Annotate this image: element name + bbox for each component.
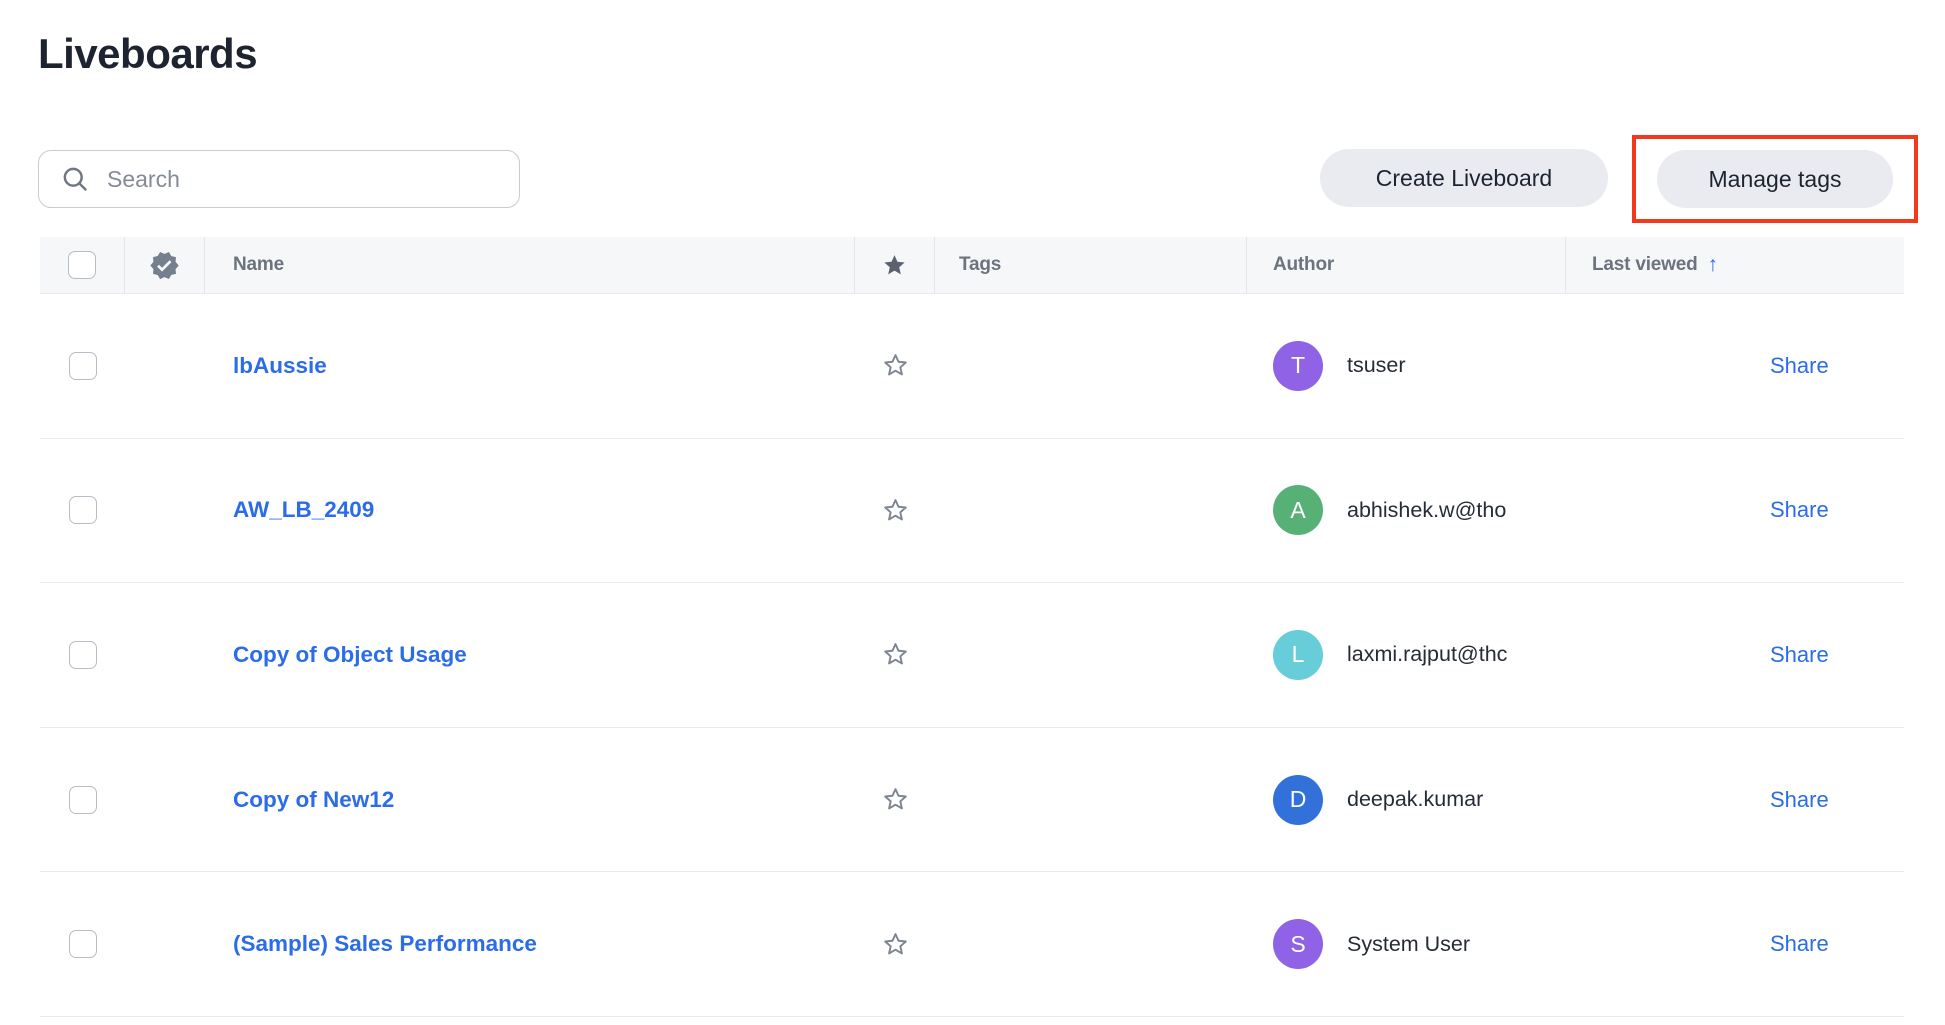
favorite-star-button[interactable]: [855, 872, 935, 1016]
author-name: deepak.kumar: [1347, 787, 1483, 812]
table-row: (Sample) Sales Performance S System User…: [40, 872, 1904, 1017]
liveboard-name-link[interactable]: AW_LB_2409: [233, 497, 374, 523]
header-cell-author[interactable]: Author: [1247, 237, 1566, 293]
row-checkbox[interactable]: [69, 786, 97, 814]
favorite-star-button[interactable]: [855, 294, 935, 438]
table-header-row: Name Tags Author Last viewed ↑: [40, 237, 1904, 294]
share-link[interactable]: Share: [1770, 931, 1829, 957]
search-input[interactable]: [107, 166, 487, 193]
header-cell-last-viewed[interactable]: Last viewed ↑: [1566, 237, 1904, 293]
row-checkbox[interactable]: [69, 930, 97, 958]
table-row: AW_LB_2409 A abhishek.w@tho Share: [40, 439, 1904, 584]
table-row: Copy of Object Usage L laxmi.rajput@thc …: [40, 583, 1904, 728]
share-link[interactable]: Share: [1770, 497, 1829, 523]
author-avatar: A: [1273, 485, 1323, 535]
author-avatar: S: [1273, 919, 1323, 969]
header-cell-name[interactable]: Name: [205, 237, 855, 293]
select-all-checkbox[interactable]: [68, 251, 96, 279]
table-row: lbAussie T tsuser Share: [40, 294, 1904, 439]
star-outline-icon: [881, 930, 910, 959]
verified-badge-icon: [149, 250, 180, 281]
favorite-star-button[interactable]: [855, 583, 935, 727]
favorite-star-icon: [881, 252, 908, 279]
header-cell-verified: [125, 237, 205, 293]
author-avatar: D: [1273, 775, 1323, 825]
star-outline-icon: [881, 640, 910, 669]
header-cell-tags[interactable]: Tags: [935, 237, 1247, 293]
liveboard-name-link[interactable]: Copy of Object Usage: [233, 642, 467, 668]
share-link[interactable]: Share: [1770, 353, 1829, 379]
tags-cell: [935, 583, 1247, 727]
create-liveboard-button[interactable]: Create Liveboard: [1320, 149, 1608, 207]
table-row: Copy of New12 D deepak.kumar Share: [40, 728, 1904, 873]
sort-ascending-icon[interactable]: ↑: [1708, 253, 1719, 277]
author-avatar: L: [1273, 630, 1323, 680]
manage-tags-button[interactable]: Manage tags: [1657, 150, 1893, 208]
row-checkbox[interactable]: [69, 641, 97, 669]
favorite-star-button[interactable]: [855, 439, 935, 583]
star-outline-icon: [881, 496, 910, 525]
author-name: abhishek.w@tho: [1347, 498, 1506, 523]
author-avatar: T: [1273, 341, 1323, 391]
header-cell-favorite: [855, 237, 935, 293]
share-link[interactable]: Share: [1770, 642, 1829, 668]
liveboard-name-link[interactable]: (Sample) Sales Performance: [233, 931, 537, 957]
author-name: laxmi.rajput@thc: [1347, 642, 1507, 667]
search-icon: [61, 165, 89, 193]
liveboard-name-link[interactable]: lbAussie: [233, 353, 327, 379]
header-cell-select: [40, 237, 125, 293]
favorite-star-button[interactable]: [855, 728, 935, 872]
liveboard-name-link[interactable]: Copy of New12: [233, 787, 394, 813]
page-title: Liveboards: [38, 30, 257, 78]
author-name: tsuser: [1347, 353, 1406, 378]
share-link[interactable]: Share: [1770, 787, 1829, 813]
tags-cell: [935, 872, 1247, 1016]
row-checkbox[interactable]: [69, 352, 97, 380]
liveboards-table: Name Tags Author Last viewed ↑ lbAussie: [40, 237, 1904, 1017]
search-box: [38, 150, 520, 208]
liveboards-page: Liveboards Create Liveboard Manage tags …: [0, 0, 1945, 1025]
tags-cell: [935, 728, 1247, 872]
author-name: System User: [1347, 932, 1470, 957]
star-outline-icon: [881, 785, 910, 814]
tags-cell: [935, 294, 1247, 438]
star-outline-icon: [881, 351, 910, 380]
row-checkbox[interactable]: [69, 496, 97, 524]
tags-cell: [935, 439, 1247, 583]
